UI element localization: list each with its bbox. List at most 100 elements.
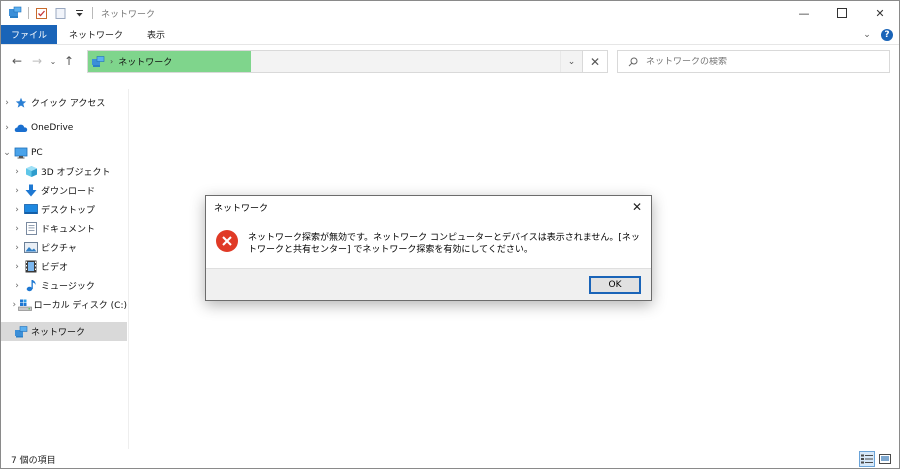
minimize-button[interactable]: —	[785, 1, 823, 25]
download-icon	[23, 183, 39, 199]
sidebar-item-pc[interactable]: ⌄ PC	[1, 143, 127, 162]
expand-arrow-icon[interactable]: ›	[11, 186, 23, 196]
chevron-down-icon: ⌄	[863, 30, 871, 40]
customize-toolbar-icon[interactable]	[71, 5, 87, 21]
sidebar-item-label: クイック アクセス	[31, 99, 106, 109]
sidebar-item-local-disk[interactable]: › ローカル ディスク (C:)	[1, 295, 127, 314]
item-count: 7 個の項目	[11, 456, 56, 466]
collapse-arrow-icon[interactable]: ⌄	[1, 148, 13, 158]
sidebar-item-label: ネットワーク	[31, 328, 86, 338]
tab-network[interactable]: ネットワーク	[57, 25, 135, 44]
expand-arrow-icon[interactable]: ›	[1, 98, 13, 108]
cube-icon	[23, 164, 39, 180]
breadcrumb-network[interactable]: ネットワーク	[118, 55, 172, 68]
chevron-down-icon: ⌄	[49, 56, 57, 66]
forward-button[interactable]: →	[27, 51, 47, 71]
error-icon	[216, 230, 238, 252]
dialog-close-button[interactable]: ✕	[623, 196, 651, 218]
new-folder-icon[interactable]	[52, 5, 68, 21]
quick-access-toolbar	[1, 1, 97, 25]
sidebar-item-desktop[interactable]: › デスクトップ	[1, 200, 127, 219]
picture-icon	[23, 240, 39, 256]
expand-ribbon-button[interactable]: ⌄	[859, 27, 875, 43]
sidebar-item-3d-objects[interactable]: › 3D オブジェクト	[1, 162, 127, 181]
tab-view[interactable]: 表示	[135, 25, 177, 44]
properties-icon[interactable]	[33, 5, 49, 21]
sidebar-item-network[interactable]: ネットワーク	[1, 322, 127, 341]
ok-button[interactable]: OK	[589, 276, 641, 294]
recent-locations-button[interactable]: ⌄	[47, 51, 59, 71]
expand-arrow-icon[interactable]: ›	[1, 123, 13, 133]
dialog-footer: OK	[206, 268, 651, 300]
details-view-button[interactable]	[859, 451, 875, 467]
sidebar-item-label: OneDrive	[31, 122, 74, 133]
network-icon	[91, 55, 105, 69]
sidebar-item-videos[interactable]: › ビデオ	[1, 257, 127, 276]
sidebar-item-pictures[interactable]: › ピクチャ	[1, 238, 127, 257]
back-button[interactable]: ←	[7, 51, 27, 71]
arrow-right-icon: →	[31, 54, 43, 68]
expand-arrow-icon[interactable]: ›	[11, 167, 23, 177]
error-dialog: ネットワーク ✕ ネットワーク探索が無効です。ネットワーク コンピューターとデバ…	[205, 195, 652, 301]
expand-arrow-icon[interactable]: ›	[11, 262, 23, 272]
help-icon: ?	[884, 30, 890, 40]
expand-arrow-icon[interactable]: ›	[11, 243, 23, 253]
close-button[interactable]: ✕	[861, 1, 899, 25]
sidebar-item-music[interactable]: › ミュージック	[1, 276, 127, 295]
search-input[interactable]	[646, 56, 866, 67]
sidebar-item-documents[interactable]: › ドキュメント	[1, 219, 127, 238]
ribbon-tabs: ファイル ネットワーク 表示 ⌄ ?	[1, 25, 899, 45]
dialog-body: ネットワーク探索が無効です。ネットワーク コンピューターとデバイスは表示されませ…	[206, 218, 651, 268]
sidebar-item-label: ミュージック	[41, 282, 95, 292]
expand-arrow-icon[interactable]: ›	[11, 281, 23, 291]
network-icon	[13, 324, 29, 340]
disk-icon	[17, 297, 32, 313]
close-icon: ✕	[589, 54, 601, 69]
divider	[92, 7, 93, 19]
sidebar-item-label: ビデオ	[41, 263, 69, 273]
pc-icon	[13, 145, 29, 161]
large-icons-view-button[interactable]	[877, 451, 893, 467]
up-button[interactable]: ↑	[59, 51, 79, 71]
cloud-icon	[13, 120, 29, 136]
maximize-button[interactable]	[823, 1, 861, 25]
sidebar-item-label: PC	[31, 147, 43, 158]
window-title: ネットワーク	[101, 9, 156, 20]
sidebar-item-label: ダウンロード	[41, 187, 96, 197]
expand-arrow-icon[interactable]: ›	[11, 224, 23, 234]
address-cancel-button[interactable]: ✕	[582, 51, 607, 72]
breadcrumb-separator-icon[interactable]: ›	[110, 57, 113, 66]
sidebar-item-quick-access[interactable]: › クイック アクセス	[1, 93, 127, 112]
view-toggle	[857, 451, 893, 467]
large-icons-view-icon	[879, 454, 891, 464]
close-icon: ✕	[875, 6, 885, 20]
address-history-button[interactable]: ⌄	[560, 51, 582, 72]
sidebar-item-downloads[interactable]: › ダウンロード	[1, 181, 127, 200]
window-controls: — ✕	[785, 1, 899, 25]
tab-file[interactable]: ファイル	[1, 25, 58, 44]
dialog-message: ネットワーク探索が無効です。ネットワーク コンピューターとデバイスは表示されませ…	[248, 233, 640, 255]
sidebar-item-onedrive[interactable]: › OneDrive	[1, 118, 127, 137]
search-icon	[628, 57, 638, 66]
address-path[interactable]: › ネットワーク	[88, 51, 251, 72]
status-bar: 7 個の項目	[1, 450, 899, 468]
search-box[interactable]	[617, 50, 890, 73]
network-folder-icon	[7, 5, 23, 21]
minimize-icon: —	[798, 6, 810, 20]
dialog-title: ネットワーク	[214, 203, 269, 214]
sidebar-item-label: ドキュメント	[41, 225, 96, 235]
ribbon-controls: ⌄ ?	[859, 27, 893, 43]
sidebar-item-label: 3D オブジェクト	[41, 168, 111, 178]
address-empty-area[interactable]	[251, 51, 560, 72]
explorer-window: ネットワーク — ✕ ファイル ネットワーク 表示 ⌄ ? ← → ⌄ ↑ › …	[0, 0, 900, 469]
music-icon	[23, 278, 39, 294]
divider	[28, 7, 29, 19]
details-view-icon	[861, 454, 873, 464]
chevron-down-icon: ⌄	[567, 56, 576, 67]
help-button[interactable]: ?	[881, 29, 893, 41]
arrow-up-icon: ↑	[63, 54, 75, 68]
sidebar-item-label: ピクチャ	[41, 244, 77, 254]
address-bar[interactable]: › ネットワーク ⌄ ✕	[87, 50, 608, 73]
title-bar: ネットワーク — ✕	[1, 1, 899, 25]
expand-arrow-icon[interactable]: ›	[11, 205, 23, 215]
